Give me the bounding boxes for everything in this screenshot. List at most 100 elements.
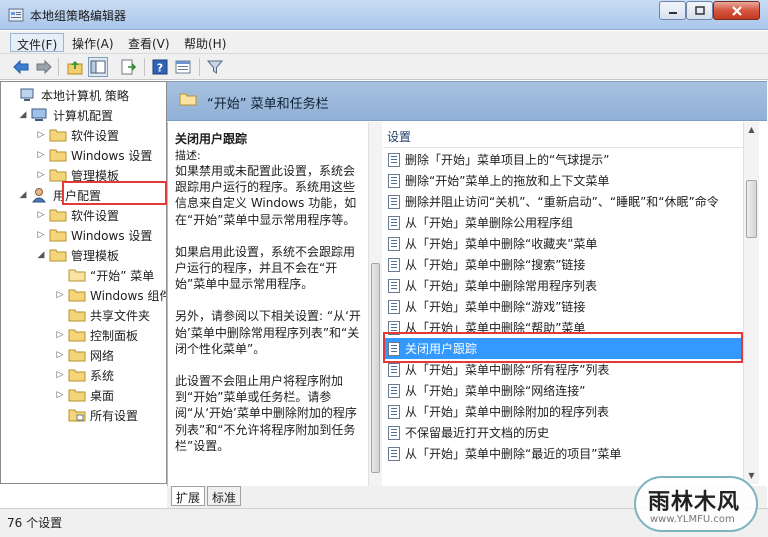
tree-item-desktop[interactable]: ▷ 桌面 [54, 385, 114, 405]
tree-label: 系统 [90, 368, 115, 383]
watermark-logo: 雨林木风 www.YLMFU.com [634, 476, 758, 532]
tab-standard[interactable]: 标准 [207, 486, 242, 506]
setting-row[interactable]: 从「开始」菜单中删除“最近的项目”菜单 [383, 443, 743, 464]
policy-setting-icon [388, 425, 400, 440]
setting-row[interactable]: 从「开始」菜单中删除“搜索”链接 [383, 254, 743, 275]
description-paragraph: 另外，请参阅以下相关设置: “从‘开始’菜单中删除常用程序列表”和“关闭个性化菜… [175, 309, 361, 356]
setting-row[interactable]: 从「开始」菜单中删除常用程序列表 [383, 275, 743, 296]
close-button[interactable] [713, 1, 760, 20]
scrollbar-thumb[interactable] [746, 180, 757, 238]
tree-item-computer-config[interactable]: ◢ 计算机配置 [17, 105, 113, 125]
highlight-box [62, 181, 167, 205]
tree-item-computer-windows-settings[interactable]: ▷ Windows 设置 [35, 145, 153, 165]
setting-label: 从「开始」菜单中删除“所有程序”列表 [405, 363, 610, 377]
expand-arrow-icon[interactable]: ▷ [54, 330, 66, 340]
setting-label: 删除“开始”菜单上的拖放和上下文菜单 [405, 174, 610, 188]
collapse-arrow-icon[interactable]: ◢ [17, 110, 29, 120]
tree-item-windows-components[interactable]: ▷ Windows 组件 [54, 285, 166, 305]
back-button[interactable] [11, 57, 31, 77]
description-paragraph: 此设置不会阻止用户将程序附加到“开始”菜单或任务栏。请参阅“从‘开始’菜单中删除… [175, 374, 357, 453]
tree-item-control-panel[interactable]: ▷ 控制面板 [54, 325, 138, 345]
help-button[interactable]: ? [150, 57, 170, 77]
expand-arrow-icon[interactable]: ▷ [35, 150, 47, 160]
collapse-arrow-icon[interactable]: ◢ [17, 190, 29, 200]
setting-label: 从「开始」菜单中删除常用程序列表 [405, 279, 598, 293]
expand-arrow-icon[interactable]: ▷ [54, 370, 66, 380]
policy-setting-icon [388, 215, 400, 230]
watermark-url: www.YLMFU.com [650, 514, 735, 525]
status-text: 76 个设置 [7, 516, 63, 530]
menu-file[interactable]: 文件(F) [10, 33, 65, 52]
show-hide-tree-button[interactable] [88, 57, 108, 77]
description-scrollbar[interactable] [368, 122, 382, 486]
setting-row[interactable]: 不保留最近打开文档的历史 [383, 422, 743, 443]
maximize-button[interactable] [686, 1, 713, 20]
tree-item-computer-software-settings[interactable]: ▷ 软件设置 [35, 125, 119, 145]
folder-icon [68, 307, 86, 323]
tab-extended[interactable]: 扩展 [171, 486, 206, 506]
expand-arrow-icon[interactable]: ▷ [35, 210, 47, 220]
tree-item-network[interactable]: ▷ 网络 [54, 345, 114, 365]
tree-label: 控制面板 [90, 328, 139, 343]
folder-up-icon [67, 61, 83, 75]
expand-arrow-icon[interactable]: ▷ [35, 130, 47, 140]
setting-row[interactable]: 从「开始」菜单删除公用程序组 [383, 212, 743, 233]
up-level-button[interactable] [65, 57, 85, 77]
expand-arrow-icon[interactable]: ▷ [35, 170, 47, 180]
folder-icon [49, 147, 67, 163]
folder-icon [49, 127, 67, 143]
folder-icon [68, 367, 86, 383]
expand-arrow-icon[interactable]: ▷ [35, 230, 47, 240]
tree-item-system[interactable]: ▷ 系统 [54, 365, 114, 385]
tree-label: 桌面 [90, 388, 115, 403]
properties-button[interactable] [173, 57, 193, 77]
tree-item-user-admin-templates[interactable]: ◢ 管理模板 [35, 245, 119, 265]
setting-label: 从「开始」菜单中删除“网络连接” [405, 384, 586, 398]
folder-icon [68, 347, 86, 363]
menu-action[interactable]: 操作(A) [66, 33, 120, 52]
setting-row[interactable]: 删除并阻止访问“关机”、“重新启动”、“睡眠”和“休眠”命令 [383, 191, 743, 212]
expand-arrow-icon[interactable]: ▷ [54, 390, 66, 400]
setting-row[interactable]: 从「开始」菜单中删除“网络连接” [383, 380, 743, 401]
tree-label: Windows 设置 [71, 148, 153, 163]
computer-icon [31, 107, 49, 123]
filter-button[interactable] [205, 57, 225, 77]
tree-label: 本地计算机 策略 [41, 88, 129, 103]
folder-icon [68, 387, 86, 403]
highlight-box [383, 332, 743, 363]
setting-row[interactable]: 从「开始」菜单中删除附加的程序列表 [383, 401, 743, 422]
tree-item-user-windows-settings[interactable]: ▷ Windows 设置 [35, 225, 153, 245]
setting-row[interactable]: 从「开始」菜单中删除“收藏夹”菜单 [383, 233, 743, 254]
tree-item-shared-folders[interactable]: 共享文件夹 [54, 305, 150, 325]
expand-arrow-icon[interactable]: ▷ [54, 290, 66, 300]
policy-setting-icon [388, 362, 400, 377]
menu-bar: 文件(F) 操作(A) 查看(V) 帮助(H) [0, 31, 768, 53]
export-list-button[interactable] [118, 57, 138, 77]
minimize-button[interactable] [659, 1, 686, 20]
collapse-arrow-icon[interactable]: ◢ [35, 250, 47, 260]
forward-button[interactable] [34, 57, 54, 77]
menu-view[interactable]: 查看(V) [122, 33, 176, 52]
properties-icon [175, 60, 191, 74]
setting-label: 从「开始」菜单中删除“收藏夹”菜单 [405, 237, 598, 251]
tree-item-all-settings[interactable]: 所有设置 [54, 405, 138, 425]
setting-row[interactable]: 删除「开始」菜单项目上的“气球提示” [383, 149, 743, 170]
expand-arrow-icon[interactable]: ▷ [54, 350, 66, 360]
tree-item-user-software-settings[interactable]: ▷ 软件设置 [35, 205, 119, 225]
tree-item-local-policy[interactable]: 本地计算机 策略 [5, 85, 129, 105]
setting-row[interactable]: 删除“开始”菜单上的拖放和上下文菜单 [383, 170, 743, 191]
folder-icon [68, 287, 86, 303]
settings-scrollbar[interactable]: ▲ ▼ [743, 122, 759, 484]
tree-item-start-menu[interactable]: “开始” 菜单 [54, 265, 154, 285]
scrollbar-thumb[interactable] [371, 263, 380, 473]
column-header-setting[interactable]: 设置 [383, 122, 743, 148]
tree-label: 软件设置 [71, 128, 120, 143]
scroll-up-icon[interactable]: ▲ [744, 122, 759, 137]
menu-help[interactable]: 帮助(H) [178, 33, 232, 52]
toolbar-separator [199, 58, 200, 76]
setting-label: 从「开始」菜单中删除“游戏”链接 [405, 300, 586, 314]
tree-label: 管理模板 [71, 248, 120, 263]
computer-policy-icon [19, 87, 37, 103]
setting-row[interactable]: 从「开始」菜单中删除“游戏”链接 [383, 296, 743, 317]
tree-label: 计算机配置 [53, 108, 114, 123]
